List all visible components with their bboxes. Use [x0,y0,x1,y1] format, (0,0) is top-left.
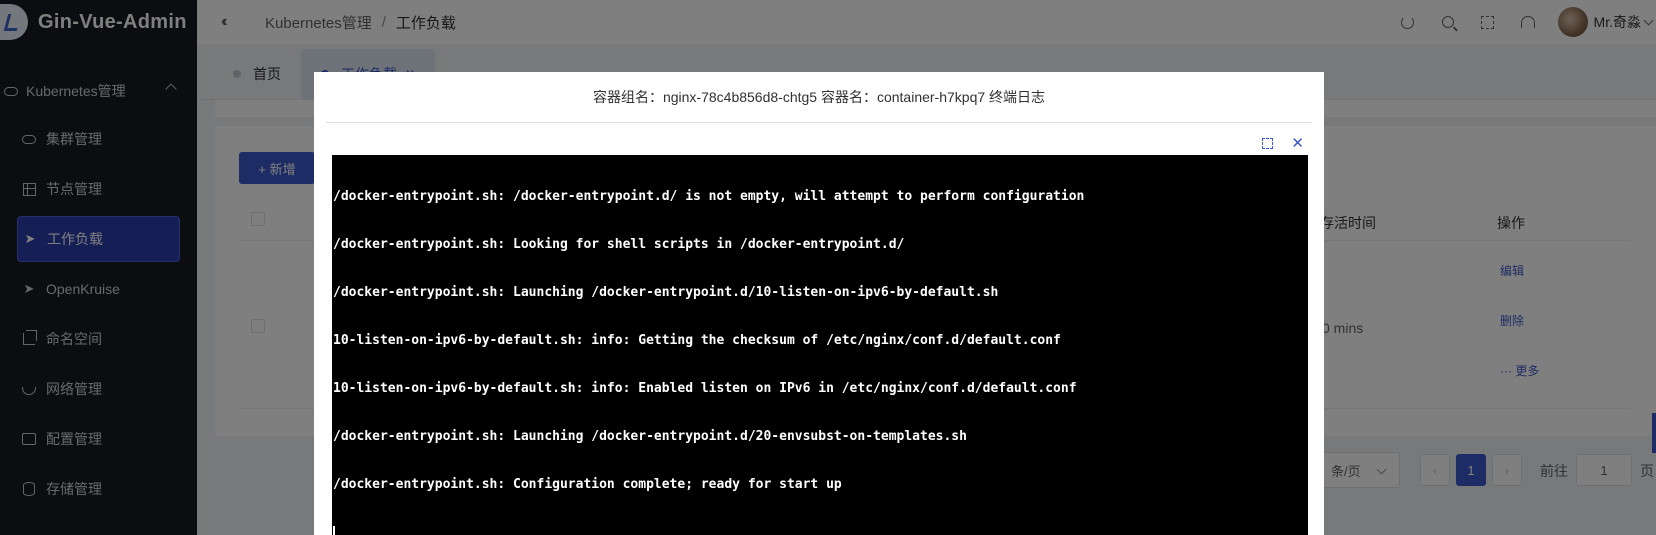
log-line: /docker-entrypoint.sh: /docker-entrypoin… [333,189,1085,204]
dialog-title: 容器组名：nginx-78c4b856d8-chtg5 容器名：containe… [326,72,1312,123]
terminal-output[interactable]: /docker-entrypoint.sh: /docker-entrypoin… [332,155,1308,535]
log-line: /docker-entrypoint.sh: Launching /docker… [333,285,999,300]
fullscreen-icon[interactable] [1262,138,1274,149]
terminal-cursor [333,526,335,535]
close-icon[interactable]: ✕ [1291,136,1304,151]
log-line: /docker-entrypoint.sh: Configuration com… [333,477,842,492]
log-line: /docker-entrypoint.sh: Launching /docker… [333,429,967,444]
log-line: 10-listen-on-ipv6-by-default.sh: info: G… [333,333,1061,348]
terminal-log-dialog: 容器组名：nginx-78c4b856d8-chtg5 容器名：containe… [314,72,1324,535]
log-line: 10-listen-on-ipv6-by-default.sh: info: E… [333,381,1077,396]
log-line: /docker-entrypoint.sh: Looking for shell… [333,237,905,252]
dialog-tools: ✕ [1262,136,1304,151]
